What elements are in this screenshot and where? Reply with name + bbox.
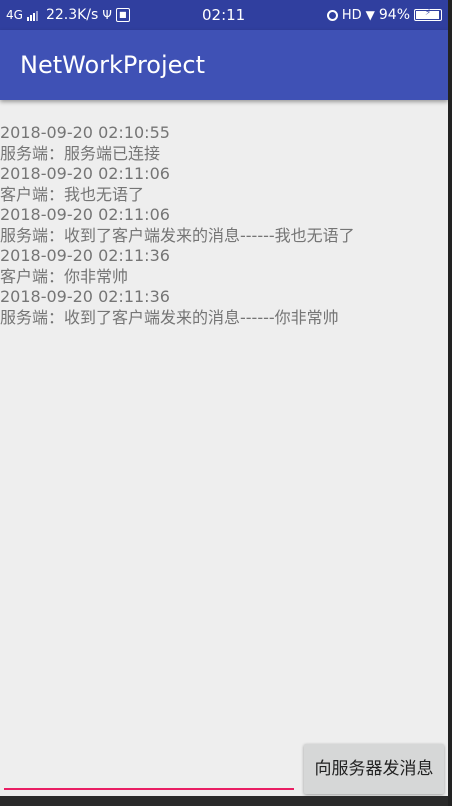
message-input[interactable]: [4, 788, 294, 790]
log-timestamp: 2018-09-20 02:11:06: [0, 205, 170, 224]
log-message: 客户端：我也无语了: [0, 184, 145, 204]
network-speed: 22.3K/s: [45, 7, 99, 23]
status-left: 4G 22.3K/s Ψ ■: [6, 7, 130, 23]
message-log: 2018-09-20 02:10:55 服务端：服务端已连接 2018-09-20 …: [0, 123, 448, 328]
status-right: HD ▼ 94% ⚡: [326, 7, 442, 23]
screen-edge: [448, 0, 452, 806]
app-screen: 4G 22.3K/s Ψ ■ 02:11 HD ▼ 94% ⚡ NetWorkP…: [0, 0, 448, 806]
log-message: 服务端：收到了客户端发来的消息------你非常帅: [0, 307, 339, 327]
status-time: 02:11: [202, 6, 246, 24]
signal-icon: [26, 10, 38, 21]
battery-icon: ⚡: [414, 8, 442, 21]
log-message: 服务端：服务端已连接: [0, 143, 161, 163]
alarm-icon: [326, 9, 338, 21]
notification-icon: ■: [115, 8, 130, 22]
log-timestamp: 2018-09-20 02:10:55: [0, 123, 170, 142]
app-title: NetWorkProject: [20, 51, 206, 79]
log-timestamp: 2018-09-20 02:11:36: [0, 246, 170, 265]
hd-indicator: HD: [341, 7, 362, 23]
log-timestamp: 2018-09-20 02:11:06: [0, 164, 170, 183]
log-message: 客户端：你非常帅: [0, 266, 129, 286]
send-to-server-button[interactable]: 向服务器发消息: [304, 744, 444, 794]
wifi-icon: ▼: [365, 8, 375, 22]
background-strip: [0, 796, 448, 806]
network-type: 4G: [6, 8, 23, 22]
log-timestamp: 2018-09-20 02:11:36: [0, 287, 170, 306]
usb-icon: Ψ: [102, 8, 112, 22]
app-toolbar: NetWorkProject: [0, 30, 448, 100]
battery-percent: 94%: [378, 7, 410, 23]
status-bar: 4G 22.3K/s Ψ ■ 02:11 HD ▼ 94% ⚡: [0, 0, 448, 30]
log-message: 服务端：收到了客户端发来的消息------我也无语了: [0, 225, 355, 245]
charging-bolt-icon: ⚡: [424, 8, 432, 18]
